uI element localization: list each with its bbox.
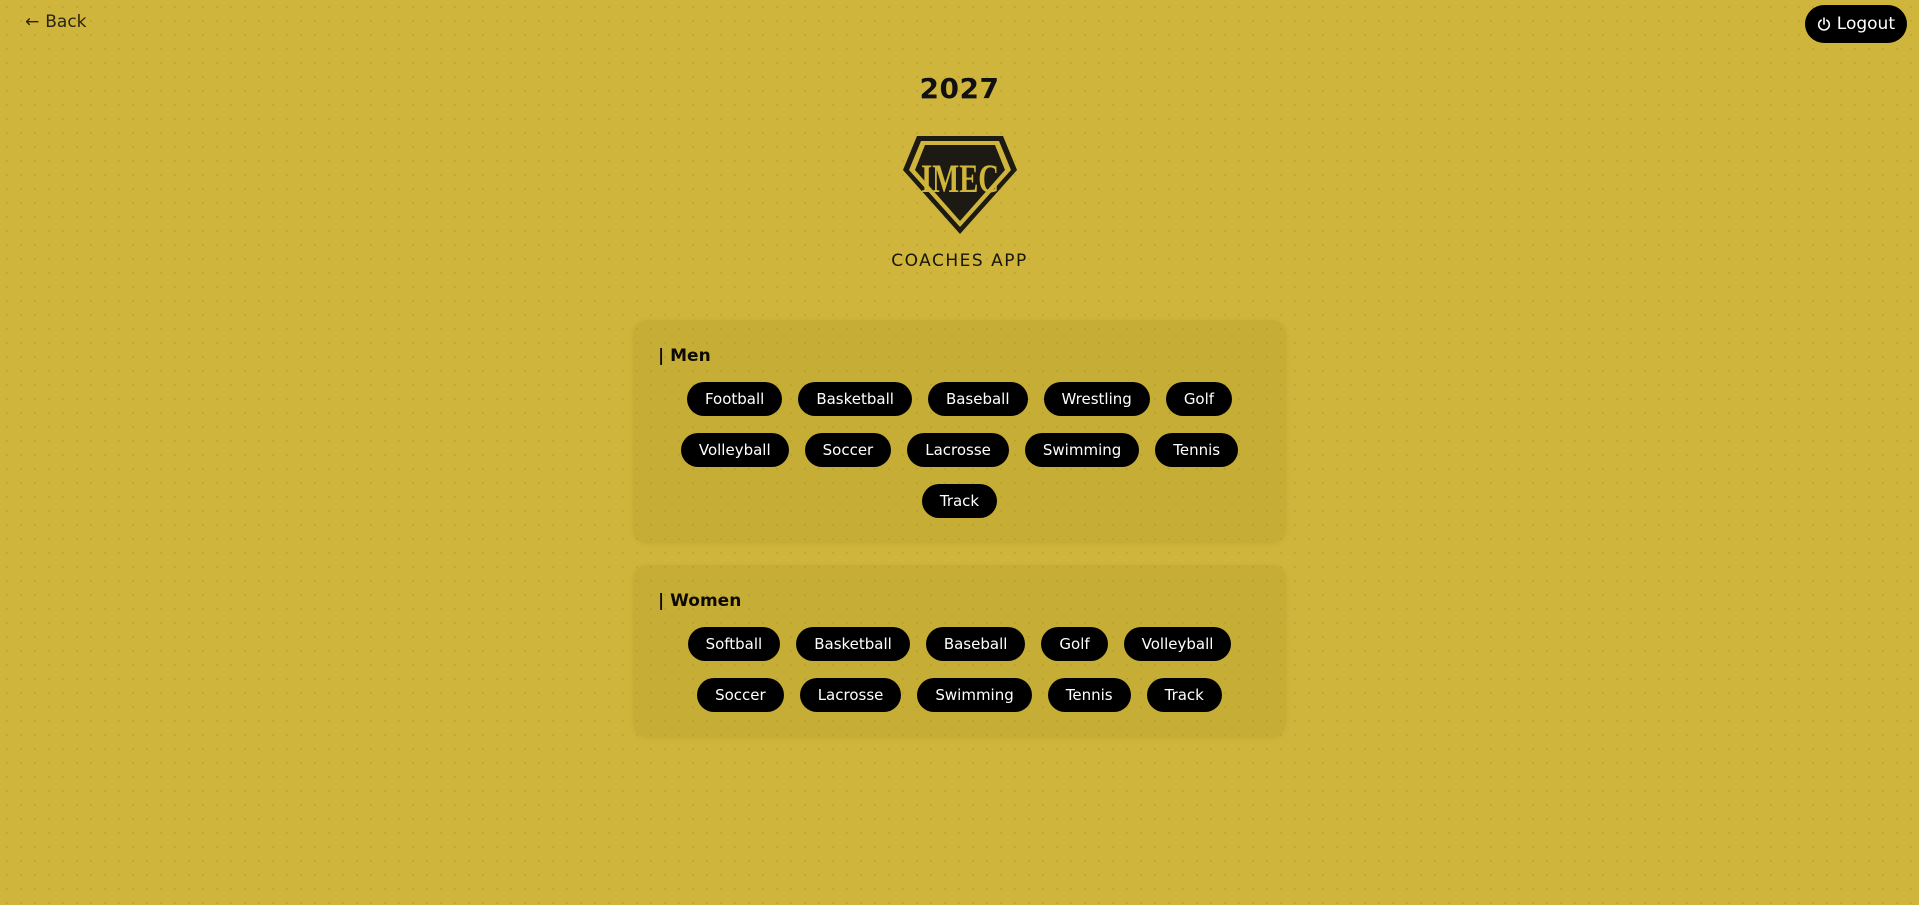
power-icon — [1817, 16, 1831, 32]
men-sport-button-basketball[interactable]: Basketball — [798, 382, 912, 416]
back-link[interactable]: ← Back — [25, 12, 87, 32]
women-sport-button-swimming[interactable]: Swimming — [917, 678, 1032, 712]
men-section-title: | Men — [658, 346, 711, 366]
men-sport-button-wrestling[interactable]: Wrestling — [1043, 382, 1150, 416]
women-sports-panel: | Women Softball Basketball Baseball Golf Vo… — [633, 565, 1286, 737]
women-sports-list: Softball Basketball Baseball Golf Volleyball… — [633, 627, 1286, 712]
men-sport-button-swimming[interactable]: Swimming — [1024, 433, 1140, 467]
men-sport-button-soccer[interactable]: Soccer — [804, 433, 892, 467]
women-sport-button-volleyball[interactable]: Volleyball — [1123, 627, 1232, 661]
women-sport-button-golf[interactable]: Golf — [1041, 627, 1108, 661]
women-section-title: | Women — [658, 591, 742, 611]
app-subtitle: COACHES APP — [891, 251, 1028, 271]
women-sport-button-tennis[interactable]: Tennis — [1047, 678, 1131, 712]
women-sport-button-soccer[interactable]: Soccer — [697, 678, 784, 712]
women-sport-button-basketball[interactable]: Basketball — [796, 627, 910, 661]
season-year: 2027 — [919, 72, 1000, 105]
men-sport-button-volleyball[interactable]: Volleyball — [680, 433, 789, 467]
men-sport-button-football[interactable]: Football — [686, 382, 783, 416]
men-sports-list: Football Basketball Baseball Wrestling Golf V… — [633, 382, 1286, 518]
imec-logo: IMEC — [899, 132, 1021, 236]
women-sport-button-baseball[interactable]: Baseball — [925, 627, 1026, 661]
svg-text:IMEC: IMEC — [921, 156, 999, 201]
logout-button[interactable]: Logout — [1804, 5, 1907, 43]
women-sport-button-lacrosse[interactable]: Lacrosse — [799, 678, 902, 712]
men-sport-button-baseball[interactable]: Baseball — [927, 382, 1028, 416]
men-sport-button-tennis[interactable]: Tennis — [1155, 433, 1239, 467]
men-sports-panel: | Men Football Basketball Baseball Wrestlin… — [633, 320, 1286, 543]
women-sport-button-softball[interactable]: Softball — [687, 627, 781, 661]
arrow-left-icon: ← — [25, 12, 40, 32]
logout-label: Logout — [1836, 14, 1895, 34]
men-sport-button-golf[interactable]: Golf — [1165, 382, 1233, 416]
back-label: Back — [45, 12, 87, 32]
men-sport-button-track[interactable]: Track — [921, 484, 998, 518]
men-sport-button-lacrosse[interactable]: Lacrosse — [907, 433, 1009, 467]
women-sport-button-track[interactable]: Track — [1146, 678, 1222, 712]
